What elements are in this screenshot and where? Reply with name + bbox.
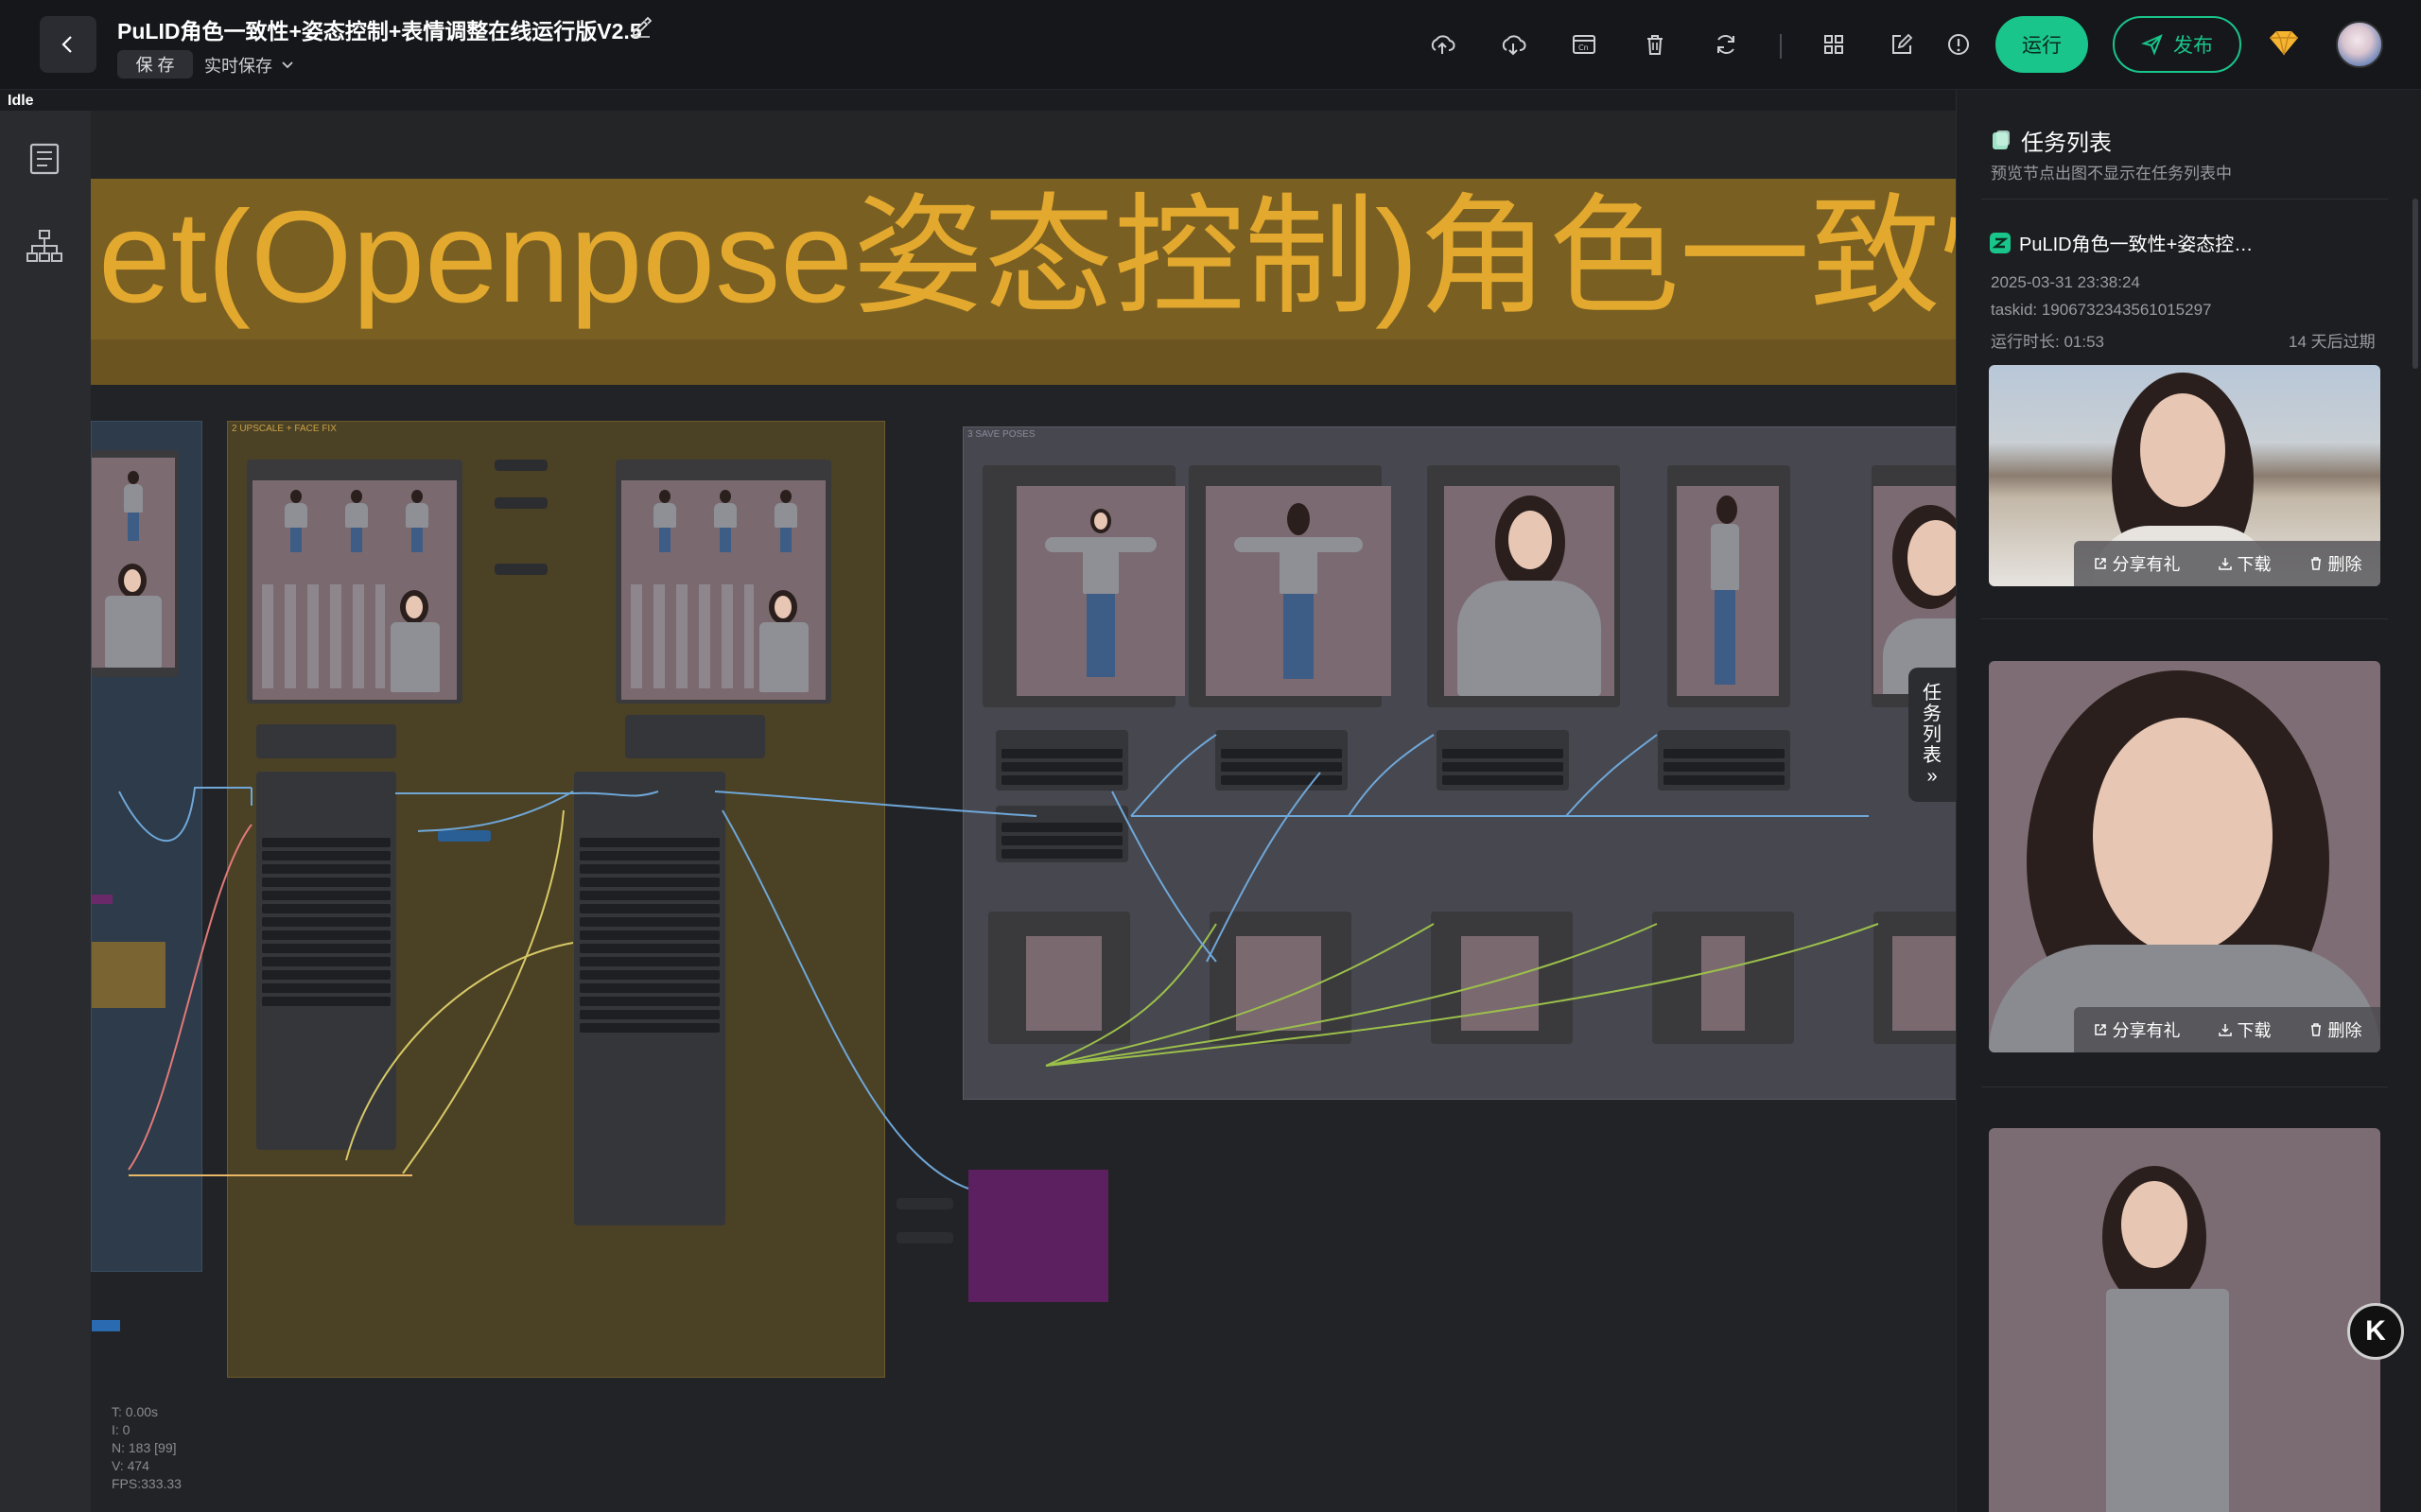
download-label: 下载 — [2237, 1021, 2272, 1040]
chevron-down-icon — [282, 61, 293, 69]
divider — [1981, 618, 2388, 619]
wire-layer — [118, 734, 1879, 1190]
download-label: 下载 — [2237, 555, 2272, 574]
task-expire: 14 天后过期 — [2289, 333, 2376, 351]
delete-label: 删除 — [2327, 555, 2362, 574]
download-cloud-icon — [1502, 35, 1526, 56]
browser-icon: Cn — [1573, 35, 1595, 54]
send-icon — [2141, 34, 2163, 56]
grid-button[interactable] — [1818, 28, 1850, 61]
task-name-text: PuLID角色一致性+姿态控… — [2019, 235, 2254, 255]
stat-time: T: 0.00s — [112, 1404, 159, 1419]
hierarchy-button[interactable] — [25, 228, 64, 269]
panel-title-text: 任务列表 — [2021, 130, 2112, 156]
panel-scrollbar[interactable] — [2412, 199, 2418, 369]
stat-nodes: N: 183 [99] — [112, 1440, 177, 1455]
edit-title-button[interactable] — [630, 15, 653, 43]
share-button[interactable]: 分享有礼 — [2093, 551, 2181, 576]
workflow-title: PuLID角色一致性+姿态控制+表情调整在线运行版V2.5 — [117, 19, 642, 43]
panel-subtitle: 预览节点出图不显示在任务列表中 — [1991, 165, 2232, 182]
stat-fps: FPS:333.33 — [112, 1476, 182, 1491]
toggle-char: 表 — [1923, 745, 1942, 766]
browser-button[interactable]: Cn — [1568, 28, 1600, 61]
toggle-char: 任 — [1923, 683, 1942, 704]
task-name[interactable]: PuLID角色一致性+姿态控… — [1989, 229, 2253, 256]
divider — [1981, 1086, 2388, 1087]
back-button[interactable] — [40, 16, 96, 73]
gem-icon — [2270, 30, 2298, 56]
run-button[interactable]: 运行 — [1995, 16, 2088, 73]
grid-icon — [1824, 35, 1843, 54]
note-icon — [1892, 33, 1913, 54]
trash-icon — [2310, 557, 2321, 570]
share-label: 分享有礼 — [2112, 555, 2181, 574]
canvas-stats: T: 0.00s I: 0 N: 183 [99] V: 474 FPS:333… — [112, 1403, 182, 1493]
task-duration: 运行时长: 01:53 — [1991, 333, 2104, 351]
delete-button[interactable] — [1639, 28, 1671, 61]
result-actions: 分享有礼 下载 删除 — [2074, 541, 2380, 586]
share-icon — [2094, 558, 2106, 569]
task-list-panel: 任务列表 预览节点出图不显示在任务列表中 PuLID角色一致性+姿态控… 202… — [1956, 90, 2421, 1512]
download-icon — [2218, 1024, 2232, 1036]
result-actions: 分享有礼 下载 删除 — [2074, 1007, 2380, 1052]
task-date: 2025-03-31 23:38:24 — [1991, 273, 2140, 291]
note-button[interactable] — [1886, 28, 1918, 61]
toggle-char: 列 — [1923, 724, 1942, 745]
publish-button[interactable]: 发布 — [2113, 16, 2241, 73]
delete-result-button[interactable]: 删除 — [2308, 1017, 2362, 1042]
toolbar-divider — [1780, 34, 1782, 59]
toggle-chevron: » — [1926, 766, 1938, 787]
upload-button[interactable] — [1426, 28, 1458, 61]
refresh-button[interactable] — [1710, 28, 1742, 61]
edit-icon — [633, 16, 653, 38]
save-button[interactable]: 保 存 — [117, 50, 193, 78]
upload-icon — [1431, 35, 1455, 54]
info-button[interactable] — [1942, 28, 1975, 61]
trash-icon — [2310, 1023, 2321, 1036]
workflow-canvas[interactable]: et(Openpose姿态控制)角色一致性文 2 UPSCALE + FACE … — [91, 111, 1956, 1512]
result-image-2[interactable]: 分享有礼 下载 删除 — [1989, 661, 2380, 1052]
refresh-icon — [1717, 35, 1734, 54]
task-list-toggle[interactable]: 任 务 列 表 » — [1908, 668, 1956, 802]
download-result-button[interactable]: 下载 — [2218, 1017, 2272, 1042]
trash-icon — [1647, 35, 1663, 55]
result-image-1[interactable]: 分享有礼 下载 删除 — [1989, 365, 2380, 586]
back-icon — [61, 36, 72, 53]
vip-button[interactable] — [2268, 28, 2300, 61]
download-icon — [2218, 558, 2232, 570]
task-app-icon — [1990, 232, 2011, 253]
divider — [1981, 199, 2388, 200]
share-icon — [2094, 1024, 2106, 1035]
download-result-button[interactable]: 下载 — [2218, 551, 2272, 576]
toggle-char: 务 — [1923, 704, 1942, 724]
autosave-label: 实时保存 — [204, 57, 272, 76]
delete-label: 删除 — [2327, 1021, 2362, 1040]
document-icon — [29, 143, 60, 175]
share-button[interactable]: 分享有礼 — [2093, 1017, 2181, 1042]
download-button[interactable] — [1497, 28, 1529, 61]
share-label: 分享有礼 — [2112, 1021, 2181, 1040]
top-bar: PuLID角色一致性+姿态控制+表情调整在线运行版V2.5 保 存 实时保存 C… — [0, 0, 2421, 90]
task-list-icon — [1993, 130, 2010, 149]
result-image-3[interactable] — [1989, 1128, 2380, 1512]
panel-title: 任务列表 — [1989, 124, 2112, 157]
publish-label: 发布 — [2173, 35, 2213, 57]
status-idle: Idle — [8, 93, 34, 109]
assistant-k-button[interactable]: K — [2347, 1303, 2404, 1360]
stat-vertices: V: 474 — [112, 1458, 149, 1473]
info-icon — [1948, 34, 1969, 55]
delete-result-button[interactable]: 删除 — [2308, 551, 2362, 576]
stat-i: I: 0 — [112, 1422, 131, 1437]
document-button[interactable] — [26, 141, 62, 182]
task-id: taskid: 1906732343561015297 — [1991, 301, 2212, 319]
user-avatar[interactable] — [2336, 21, 2383, 68]
left-rail — [0, 111, 91, 1512]
svg-text:Cn: Cn — [1578, 43, 1589, 52]
hierarchy-icon — [26, 230, 62, 262]
autosave-dropdown[interactable]: 实时保存 — [204, 53, 295, 78]
